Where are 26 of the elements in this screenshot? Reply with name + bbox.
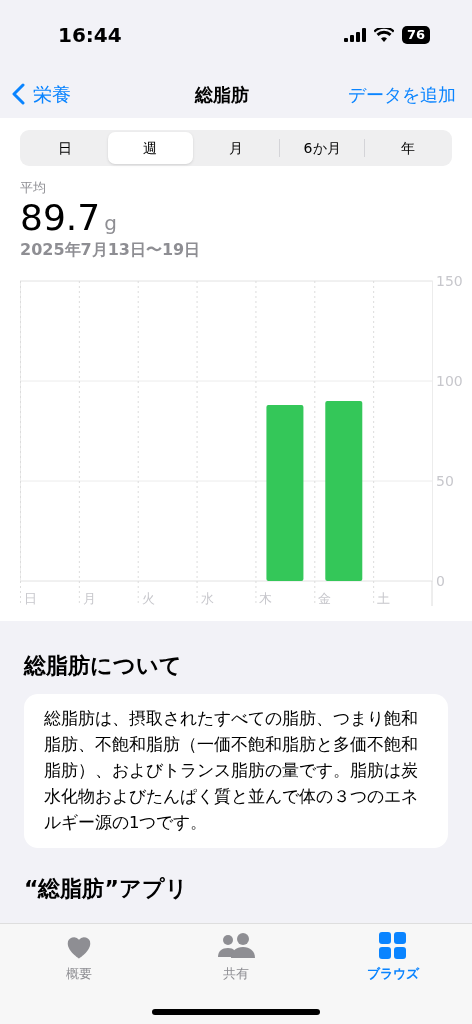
chevron-left-icon [12, 83, 25, 105]
axis-label: 100 [436, 372, 462, 389]
status-time: 16:44 [58, 22, 122, 49]
period-tab[interactable]: 年 [365, 132, 450, 164]
axis-label: 木 [259, 590, 273, 606]
date-range: 2025年7月13日〜19日 [20, 238, 202, 261]
period-tab[interactable]: 月 [193, 132, 279, 164]
description-card: 総脂肪は、摂取されたすべての脂肪、つまり飽和脂肪、不飽和脂肪（一価不飽和脂肪と多価不飽和脂肪）、およびトランス脂肪の量です。脂肪は炭水化物およびたんぱく質と並んで体の３つのエネルギー源の1つです。 [24, 693, 448, 848]
section-heading: “総脂肪”アプリ [24, 874, 189, 903]
people-icon [217, 932, 255, 960]
period-tab[interactable]: 6か月 [279, 132, 365, 164]
battery-indicator: 76 [401, 26, 430, 44]
signal-icon [343, 28, 366, 42]
axis-label: 火 [141, 590, 155, 606]
average-label: 平均 [20, 179, 47, 197]
average-value: 89.7 [20, 197, 101, 238]
grid-icon [379, 932, 408, 960]
axis-label: 150 [436, 273, 462, 289]
section-heading: 総脂肪について [24, 651, 183, 680]
period-tab[interactable]: 週 [107, 132, 194, 164]
period-tab[interactable]: 日 [22, 132, 108, 164]
unit-label: g [104, 209, 117, 237]
page-title: 総脂肪 [194, 82, 249, 107]
axis-label: 0 [436, 572, 445, 589]
axis-label: 50 [436, 472, 454, 489]
wifi-icon [373, 28, 394, 42]
